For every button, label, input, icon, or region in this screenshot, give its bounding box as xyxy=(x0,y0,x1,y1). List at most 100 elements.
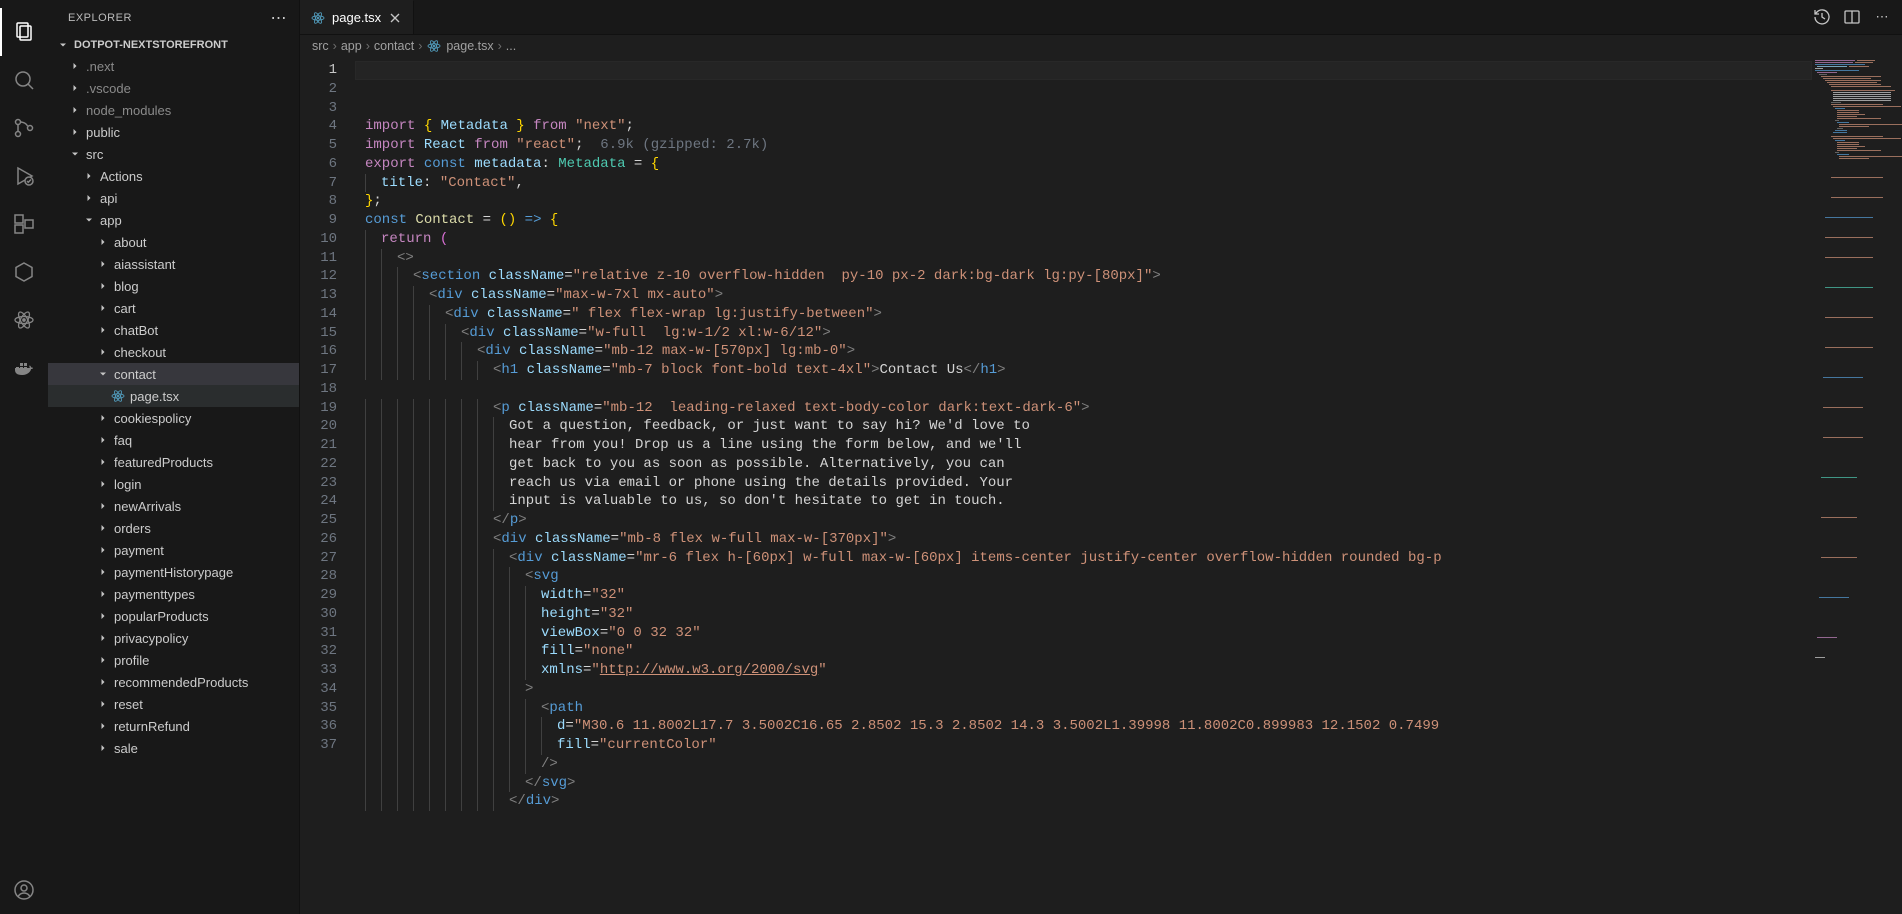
folder-item[interactable]: api xyxy=(48,187,299,209)
breadcrumb-item[interactable]: app xyxy=(341,39,362,53)
line-gutter: 1234567891011121314151617181920212223242… xyxy=(300,57,355,914)
activity-extensions-icon[interactable] xyxy=(0,200,48,248)
chevron-right-icon xyxy=(82,191,96,205)
tree-item-label: popularProducts xyxy=(114,609,209,624)
activity-search-icon[interactable] xyxy=(0,56,48,104)
folder-item[interactable]: cart xyxy=(48,297,299,319)
folder-item[interactable]: reset xyxy=(48,693,299,715)
chevron-right-icon xyxy=(96,543,110,557)
tab-actions: ⋯ xyxy=(1802,0,1902,34)
chevron-right-icon xyxy=(96,257,110,271)
folder-item[interactable]: Actions xyxy=(48,165,299,187)
folder-item[interactable]: faq xyxy=(48,429,299,451)
folder-item[interactable]: paymentHistorypage xyxy=(48,561,299,583)
chevron-right-icon xyxy=(96,741,110,755)
folder-item[interactable]: privacypolicy xyxy=(48,627,299,649)
folder-item[interactable]: returnRefund xyxy=(48,715,299,737)
chevron-right-icon xyxy=(96,609,110,623)
chevron-right-icon xyxy=(96,587,110,601)
activity-bar xyxy=(0,0,48,914)
chevron-down-icon xyxy=(82,213,96,227)
tree-item-label: .vscode xyxy=(86,81,131,96)
chevron-right-icon xyxy=(96,433,110,447)
tree-item-label: chatBot xyxy=(114,323,158,338)
folder-item[interactable]: contact xyxy=(48,363,299,385)
folder-item[interactable]: login xyxy=(48,473,299,495)
folder-item[interactable]: app xyxy=(48,209,299,231)
tree-item-label: Actions xyxy=(100,169,143,184)
folder-item[interactable]: popularProducts xyxy=(48,605,299,627)
chevron-right-icon xyxy=(68,125,82,139)
react-icon xyxy=(110,388,126,404)
breadcrumbs[interactable]: src › app › contact › page.tsx › ... xyxy=(300,35,1902,57)
tab-page-tsx[interactable]: page.tsx xyxy=(300,0,414,34)
editor[interactable]: 1234567891011121314151617181920212223242… xyxy=(300,57,1902,914)
folder-item[interactable]: .vscode xyxy=(48,77,299,99)
chevron-down-icon xyxy=(56,38,70,52)
explorer-more-icon[interactable]: ⋯ xyxy=(271,8,288,28)
tree-item-label: privacypolicy xyxy=(114,631,188,646)
tree-item-label: profile xyxy=(114,653,149,668)
folder-item[interactable]: .next xyxy=(48,55,299,77)
folder-item[interactable]: payment xyxy=(48,539,299,561)
tree-item-label: faq xyxy=(114,433,132,448)
close-icon[interactable] xyxy=(387,10,403,26)
tree-item-label: cart xyxy=(114,301,136,316)
tree-item-label: cookiespolicy xyxy=(114,411,191,426)
folder-item[interactable]: chatBot xyxy=(48,319,299,341)
tree-item-label: orders xyxy=(114,521,151,536)
chevron-right-icon xyxy=(82,169,96,183)
activity-explorer-icon[interactable] xyxy=(0,8,48,56)
tree-item-label: app xyxy=(100,213,122,228)
chevron-right-icon xyxy=(96,653,110,667)
chevron-right-icon xyxy=(96,235,110,249)
folder-item[interactable]: newArrivals xyxy=(48,495,299,517)
breadcrumb-item[interactable]: src xyxy=(312,39,329,53)
tree-item-label: page.tsx xyxy=(130,389,179,404)
react-icon xyxy=(426,38,442,54)
folder-item[interactable]: paymenttypes xyxy=(48,583,299,605)
breadcrumb-item[interactable]: contact xyxy=(374,39,414,53)
activity-run-debug-icon[interactable] xyxy=(0,152,48,200)
tree-item-label: about xyxy=(114,235,147,250)
breadcrumb-item[interactable]: ... xyxy=(506,39,516,53)
tree-item-label: returnRefund xyxy=(114,719,190,734)
folder-item[interactable]: aiassistant xyxy=(48,253,299,275)
chevron-right-icon xyxy=(96,345,110,359)
more-icon[interactable]: ⋯ xyxy=(1872,7,1892,27)
activity-hexagon-icon[interactable] xyxy=(0,248,48,296)
folder-item[interactable]: blog xyxy=(48,275,299,297)
chevron-right-icon xyxy=(96,279,110,293)
tree-item-label: .next xyxy=(86,59,114,74)
breadcrumb-item[interactable]: page.tsx xyxy=(426,38,493,54)
folder-item[interactable]: public xyxy=(48,121,299,143)
chevron-right-icon xyxy=(96,411,110,425)
tree-item-label: reset xyxy=(114,697,143,712)
chevron-right-icon xyxy=(96,477,110,491)
tree-item-label: sale xyxy=(114,741,138,756)
folder-item[interactable]: cookiespolicy xyxy=(48,407,299,429)
editor-area: page.tsx ⋯ src › app › contact › page.ts… xyxy=(300,0,1902,914)
folder-item[interactable]: src xyxy=(48,143,299,165)
activity-docker-icon[interactable] xyxy=(0,344,48,392)
folder-item[interactable]: profile xyxy=(48,649,299,671)
activity-source-control-icon[interactable] xyxy=(0,104,48,152)
folder-item[interactable]: sale xyxy=(48,737,299,759)
split-editor-icon[interactable] xyxy=(1842,7,1862,27)
folder-item[interactable]: recommendedProducts xyxy=(48,671,299,693)
chevron-down-icon xyxy=(96,367,110,381)
history-icon[interactable] xyxy=(1812,7,1832,27)
folder-item[interactable]: checkout xyxy=(48,341,299,363)
activity-accounts-icon[interactable] xyxy=(0,866,48,914)
code-area[interactable]: import { Metadata } from "next";import R… xyxy=(355,57,1812,914)
minimap[interactable] xyxy=(1812,57,1902,914)
file-item[interactable]: page.tsx xyxy=(48,385,299,407)
activity-atom-icon[interactable] xyxy=(0,296,48,344)
folder-item[interactable]: about xyxy=(48,231,299,253)
folder-item[interactable]: orders xyxy=(48,517,299,539)
folder-item[interactable]: node_modules xyxy=(48,99,299,121)
folder-item[interactable]: featuredProducts xyxy=(48,451,299,473)
tree-item-label: blog xyxy=(114,279,139,294)
chevron-right-icon xyxy=(68,103,82,117)
project-root[interactable]: DOTPOT-NEXTSTOREFRONT xyxy=(48,35,299,55)
